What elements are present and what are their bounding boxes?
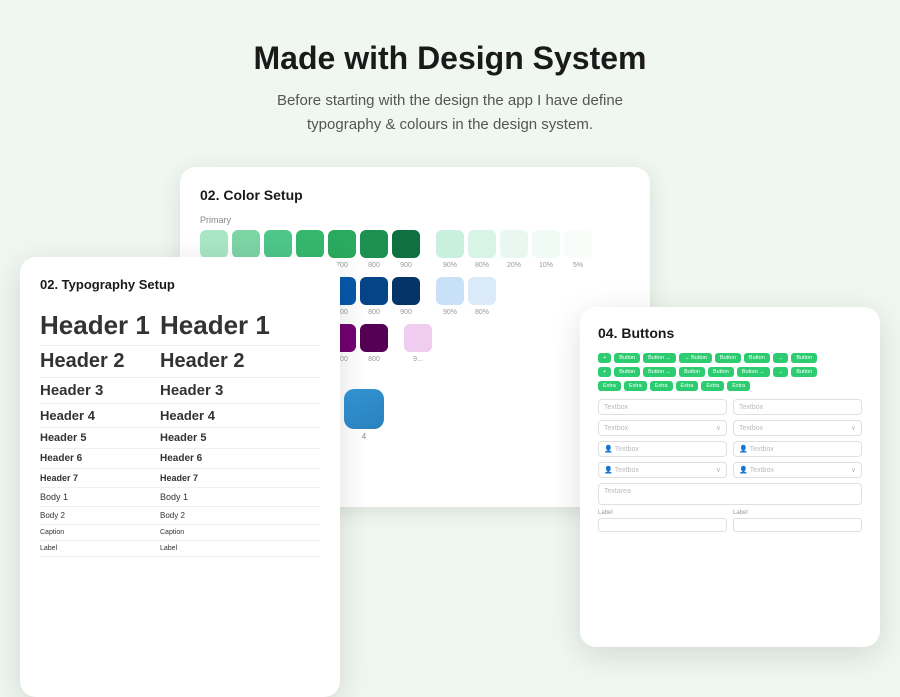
gradient-4 — [344, 389, 384, 429]
typo-header6: Header 6 Header 6 — [40, 449, 320, 469]
blue-900 — [392, 277, 420, 305]
user-icon: 👤 — [604, 445, 613, 453]
typo-header2: Header 2 Header 2 — [40, 346, 320, 378]
green-700 — [328, 230, 356, 258]
typo-header1: Header 1 Header 1 — [40, 306, 320, 346]
blue-80 — [468, 277, 496, 305]
green-90 — [436, 230, 464, 258]
input-row-select: Textbox∨ Textbox∨ — [598, 420, 862, 436]
mini-icon-select-1[interactable]: 👤Textbox∨ — [598, 462, 727, 478]
mini-btn-1[interactable]: Button — [614, 353, 640, 363]
green-300 — [200, 230, 228, 258]
green-900 — [392, 230, 420, 258]
green-500 — [264, 230, 292, 258]
mini-btn-5[interactable]: Button — [744, 353, 770, 363]
blue-90 — [436, 277, 464, 305]
mini-btn-10[interactable]: Button → — [643, 367, 676, 377]
mini-btn-6[interactable]: → — [773, 353, 789, 363]
color-card-title: 02. Color Setup — [200, 187, 630, 203]
primary-label: Primary — [200, 215, 630, 225]
label-left: Label — [598, 510, 727, 516]
page-title: Made with Design System — [254, 40, 647, 77]
typography-card-title: 02. Typography Setup — [40, 277, 320, 292]
mini-btn-8[interactable]: + — [598, 367, 611, 377]
typo-body2: Body 2 Body 2 — [40, 507, 320, 525]
mini-btn-15[interactable]: Button — [791, 367, 817, 377]
green-800 — [360, 230, 388, 258]
mini-btn-18[interactable]: Extra — [650, 381, 673, 391]
mini-btn-plus[interactable]: + — [598, 353, 611, 363]
mini-select-1[interactable]: Textbox∨ — [598, 420, 727, 436]
user-icon-4: 👤 — [739, 466, 748, 474]
cards-container: 02. Color Setup Primary 300 400 500 600 … — [20, 167, 880, 627]
mini-btn-19[interactable]: Extra — [676, 381, 699, 391]
button-row-3: Extra Extra Extra Extra Extra Extra — [598, 381, 862, 391]
buttons-card-title: 04. Buttons — [598, 325, 862, 341]
mini-icon-textbox-1[interactable]: 👤Textbox — [598, 441, 727, 457]
mini-btn-12[interactable]: Button — [708, 367, 734, 377]
mini-textbox-1[interactable]: Textbox — [598, 399, 727, 415]
input-row-plain: Textbox Textbox — [598, 399, 862, 415]
mini-btn-14[interactable]: → — [773, 367, 789, 377]
green-5 — [564, 230, 592, 258]
mini-btn-9[interactable]: Button — [614, 367, 640, 377]
input-row-icon: 👤Textbox 👤Textbox — [598, 441, 862, 457]
mini-btn-17[interactable]: Extra — [624, 381, 647, 391]
mini-icon-textbox-2[interactable]: 👤Textbox — [733, 441, 862, 457]
typo-header3: Header 3 Header 3 — [40, 378, 320, 404]
green-swatch-row — [200, 230, 630, 258]
header-section: Made with Design System Before starting … — [234, 0, 667, 157]
green-400 — [232, 230, 260, 258]
button-row-2: + Button Button → Button Button Button →… — [598, 367, 862, 377]
green-600 — [296, 230, 324, 258]
buttons-setup-card: 04. Buttons + Button Button → → Button B… — [580, 307, 880, 647]
input-label-left[interactable] — [598, 518, 727, 532]
mini-btn-7[interactable]: Button — [791, 353, 817, 363]
mini-textbox-2[interactable]: Textbox — [733, 399, 862, 415]
input-row-bottom: Label Label — [598, 510, 862, 532]
mini-textarea[interactable]: Textarea — [598, 483, 862, 505]
purple-800 — [360, 324, 388, 352]
mini-btn-20[interactable]: Extra — [701, 381, 724, 391]
page-subtitle: Before starting with the design the app … — [254, 89, 647, 137]
typo-header5: Header 5 Header 5 — [40, 428, 320, 449]
mini-btn-4[interactable]: Button — [715, 353, 741, 363]
button-row-1: + Button Button → → Button Button Button… — [598, 353, 862, 363]
blue-800 — [360, 277, 388, 305]
user-icon-3: 👤 — [604, 466, 613, 474]
green-80 — [468, 230, 496, 258]
purple-90 — [404, 324, 432, 352]
green-20 — [500, 230, 528, 258]
user-icon-2: 👤 — [739, 445, 748, 453]
typo-header4: Header 4 Header 4 — [40, 404, 320, 428]
input-row-textarea: Textarea — [598, 483, 862, 505]
mini-btn-3[interactable]: → Button — [679, 353, 712, 363]
mini-btn-13[interactable]: Button → — [737, 367, 770, 377]
input-label-right[interactable] — [733, 518, 862, 532]
mini-icon-select-2[interactable]: 👤Textbox∨ — [733, 462, 862, 478]
label-right: Label — [733, 510, 862, 516]
green-10 — [532, 230, 560, 258]
input-row-icon-select: 👤Textbox∨ 👤Textbox∨ — [598, 462, 862, 478]
typo-header7: Header 7 Header 7 — [40, 469, 320, 488]
typo-body1: Body 1 Body 1 — [40, 488, 320, 507]
mini-select-2[interactable]: Textbox∨ — [733, 420, 862, 436]
typo-label: Label Label — [40, 541, 320, 557]
mini-btn-11[interactable]: Button — [679, 367, 705, 377]
mini-btn-16[interactable]: Extra — [598, 381, 621, 391]
mini-btn-2[interactable]: Button → — [643, 353, 676, 363]
typography-setup-card: 02. Typography Setup Header 1 Header 1 H… — [20, 257, 340, 697]
typo-caption: Caption Caption — [40, 525, 320, 541]
mini-btn-21[interactable]: Extra — [727, 381, 750, 391]
